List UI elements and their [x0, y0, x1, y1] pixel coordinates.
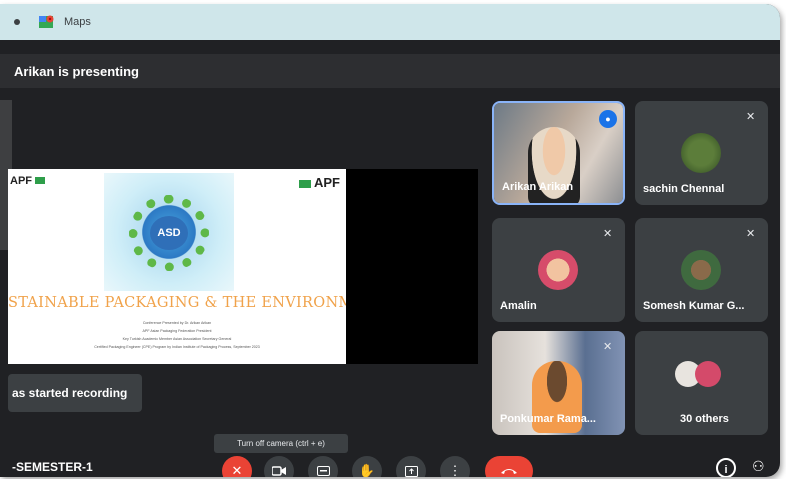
avatar — [681, 133, 721, 173]
presenting-banner: Arikan is presenting — [0, 54, 780, 88]
others-count: 30 others — [680, 413, 729, 425]
logo-right-text: APF — [314, 175, 340, 190]
participant-name: Arikan Arikan — [502, 181, 574, 193]
participant-name: Amalin — [500, 300, 537, 312]
mic-off-button[interactable]: ✕ — [222, 456, 252, 477]
raise-hand-icon: ✋ — [358, 463, 376, 477]
people-button[interactable]: ⚇ — [752, 458, 765, 475]
apf-logo-right: APF — [299, 175, 340, 190]
speaking-indicator-icon: ● — [599, 110, 617, 128]
slide-fine-print-1: Conference Presented by Dr. Arikan Arika… — [142, 321, 212, 325]
presenting-label: Arikan is presenting — [14, 63, 139, 79]
tab-menu-icon[interactable] — [14, 19, 20, 25]
recording-notification: as started recording — [8, 374, 142, 412]
tab-title[interactable]: Maps — [64, 16, 91, 28]
more-vert-icon: ⋮ — [448, 463, 462, 477]
slide-headline: STAINABLE PACKAGING & THE ENVIRONMENT — [8, 295, 346, 311]
avatar — [681, 250, 721, 290]
logo-right-mark — [299, 179, 311, 188]
camera-icon — [272, 466, 286, 476]
participant-tile-arikan[interactable]: ● Arikan Arikan — [492, 101, 625, 205]
captions-button[interactable] — [308, 456, 338, 477]
mic-off-icon: ✕ — [746, 228, 756, 240]
meeting-title: -SEMESTER-1 — [12, 460, 93, 474]
others-avatars — [675, 361, 735, 391]
slide-fine-print-4: Certified Packaging Engineer (CPE) Progr… — [94, 345, 260, 349]
camera-button[interactable] — [264, 456, 294, 477]
meeting-toolbar: Turn off camera (ctrl + e) -SEMESTER-1 ✕… — [0, 434, 780, 477]
participant-tile-others[interactable]: 30 others — [635, 331, 768, 435]
camera-tooltip: Turn off camera (ctrl + e) — [214, 434, 348, 453]
mic-off-icon: ✕ — [603, 341, 613, 353]
avatar — [538, 250, 578, 290]
apf-logo-left: APF — [10, 175, 45, 187]
participant-name: Somesh Kumar G... — [643, 300, 745, 312]
globe-center-label: ASD — [150, 216, 188, 250]
meeting-info-button[interactable]: i — [716, 458, 736, 477]
slide-fine-print-2: APF Asian Packaging Federation President — [142, 329, 212, 333]
present-icon — [404, 465, 418, 477]
participant-tile-somesh[interactable]: ✕ Somesh Kumar G... — [635, 218, 768, 322]
participant-tile-ponkumar[interactable]: ✕ Ponkumar Rama... — [492, 331, 625, 435]
recording-text: as started recording — [12, 386, 128, 400]
info-icon: i — [724, 464, 728, 476]
slide-fine-print-3: Key Turkish Academic Member Asian Associ… — [122, 337, 232, 341]
raise-hand-button[interactable]: ✋ — [352, 456, 382, 477]
participant-name: Ponkumar Rama... — [500, 413, 596, 425]
logo-left-text: APF — [10, 175, 32, 187]
mic-off-icon: ✕ — [746, 111, 756, 123]
end-call-icon — [501, 469, 517, 474]
more-options-button[interactable]: ⋮ — [440, 456, 470, 477]
end-call-button[interactable] — [485, 456, 533, 477]
logo-left-mark — [35, 177, 45, 184]
participant-video — [528, 127, 580, 203]
participant-tile-amalin[interactable]: ✕ Amalin — [492, 218, 625, 322]
mic-off-icon: ✕ — [603, 228, 613, 240]
presentation-slide: APF APF ASD STAINABLE PACKAGING & THE EN… — [8, 169, 346, 364]
sustainability-globe-image: ASD — [104, 173, 234, 291]
mic-off-icon: ✕ — [231, 463, 243, 477]
participant-tile-sachin[interactable]: ✕ sachin Chennal — [635, 101, 768, 205]
captions-icon — [316, 466, 330, 476]
present-button[interactable] — [396, 456, 426, 477]
participant-name: sachin Chennal — [643, 183, 725, 195]
avatar — [695, 361, 721, 387]
meeting-window: Maps Arikan is presenting APF APF ASD ST… — [0, 4, 780, 477]
people-icon: ⚇ — [752, 458, 765, 474]
browser-tab-bar: Maps — [0, 4, 780, 40]
maps-icon — [39, 15, 54, 28]
